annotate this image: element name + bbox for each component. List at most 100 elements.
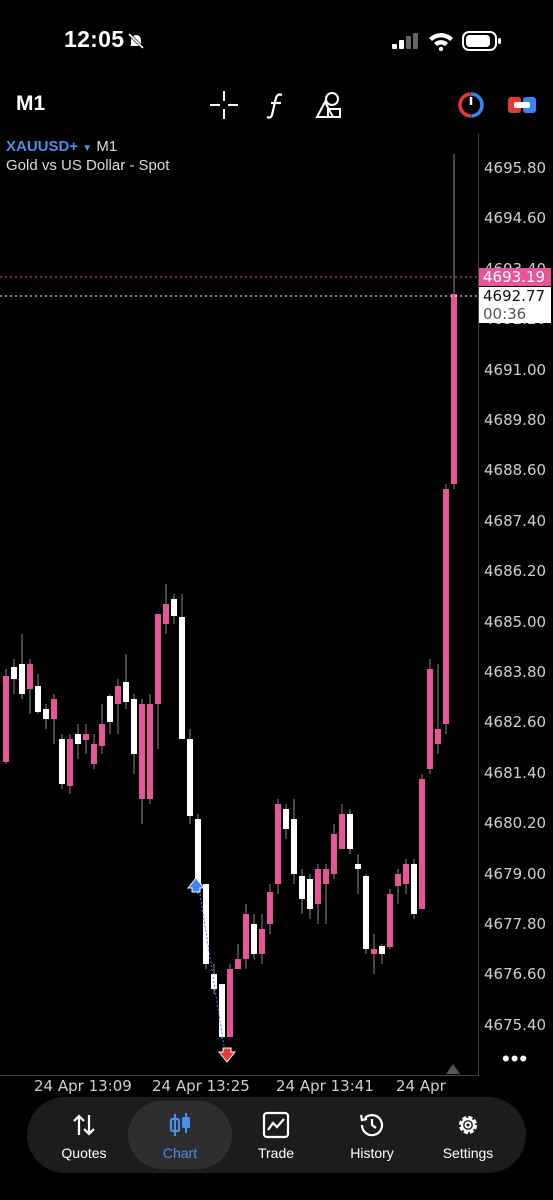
nav-history[interactable]: History [324, 1097, 420, 1173]
nav-trade[interactable]: Trade [228, 1097, 324, 1173]
trade-panel-button[interactable] [505, 88, 539, 122]
bearish-candle [299, 876, 305, 899]
bullish-candle [99, 724, 105, 746]
nav-trade-label: Trade [257, 1145, 295, 1161]
one-click-trading-button[interactable] [454, 88, 488, 122]
price-tick-label: 4686.20 [484, 562, 547, 581]
bullish-candle [259, 929, 265, 954]
bearish-candle [59, 739, 65, 784]
price-tick-label: 4679.00 [484, 864, 547, 883]
bearish-candle [283, 809, 289, 829]
timeframe-button[interactable]: M1 [16, 92, 45, 116]
bullish-candle [435, 729, 441, 744]
indicators-button[interactable] [260, 88, 294, 122]
function-icon [266, 93, 283, 119]
bullish-candle [419, 779, 425, 909]
time-tick-label: 24 Apr 13:41 [276, 1077, 374, 1095]
price-tick-label: 4677.80 [484, 915, 547, 933]
candlestick-chart[interactable] [0, 134, 478, 1075]
price-tick-label: 4695.80 [484, 159, 547, 177]
chart-canvas[interactable] [0, 134, 479, 1076]
bearish-candle [43, 709, 49, 719]
price-tick-label: 4680.20 [484, 814, 547, 833]
bullish-candle [155, 614, 161, 704]
nav-quotes[interactable]: Quotes [36, 1097, 132, 1173]
ask-price-tag: 4692.77 00:36 [479, 287, 551, 323]
nav-settings[interactable]: Settings [420, 1097, 516, 1173]
signal-icon [392, 33, 418, 49]
symbol-name: XAUUSD+ [6, 138, 79, 155]
bearish-candle [187, 739, 193, 816]
price-tick-label: 4694.60 [484, 209, 547, 228]
bid-price-tag: 4693.19 [479, 268, 551, 286]
bullish-candle [83, 734, 89, 740]
bullish-candle [371, 949, 377, 954]
bullish-candle [323, 869, 329, 884]
bar-countdown: 00:36 [483, 305, 527, 323]
bottom-navigation: Quotes Chart Trade History Settings [27, 1097, 526, 1173]
bearish-candle [179, 617, 185, 739]
bearish-candle [307, 879, 313, 909]
price-tick-label: 4688.60 [484, 461, 547, 480]
status-bar: 12:05 [0, 0, 553, 80]
crosshair-button[interactable] [207, 88, 241, 122]
price-tick-label: 4683.80 [484, 663, 547, 681]
time-axis[interactable]: 24 Apr 13:09 24 Apr 13:25 24 Apr 13:41 24 A… [0, 1076, 478, 1113]
bullish-candle [115, 686, 121, 704]
symbol-timeframe: M1 [96, 138, 118, 155]
bearish-candle [35, 686, 41, 712]
bearish-candle [219, 984, 225, 1037]
bullish-candle [67, 739, 73, 786]
price-tick-label: 4682.60 [484, 713, 547, 732]
price-tick-label: 4676.60 [484, 965, 547, 984]
gear-icon [458, 1115, 478, 1135]
bullish-candle [227, 969, 233, 1037]
price-tick-label: 4687.40 [484, 511, 547, 530]
bullish-candle [163, 604, 169, 624]
shapes-icon [315, 92, 341, 118]
bearish-candle [203, 884, 209, 964]
status-time: 12:05 [64, 26, 125, 52]
bullish-candle [451, 294, 457, 484]
bullish-candle [403, 864, 409, 884]
bearish-candle [19, 664, 25, 694]
price-tick-label: 4675.40 [484, 1015, 547, 1034]
bullish-candle [243, 914, 249, 959]
speedometer-icon [458, 92, 484, 118]
bullish-candle [315, 869, 321, 904]
bullish-candle [147, 704, 153, 799]
objects-button[interactable] [312, 88, 346, 122]
symbol-description: Gold vs US Dollar - Spot [6, 157, 170, 174]
symbol-header[interactable]: XAUUSD+ ▼ M1 [6, 138, 117, 155]
bullish-candle [235, 959, 241, 969]
time-tick-label: 24 Apr 13:25 [152, 1077, 250, 1095]
sell-arrow-icon[interactable] [217, 1047, 237, 1063]
bullish-candle [27, 664, 33, 689]
chart-toolbar: M1 [0, 80, 553, 132]
nav-quotes-label: Quotes [61, 1145, 107, 1161]
bearish-candle [347, 814, 353, 849]
bearish-candle [75, 734, 81, 744]
buy-arrow-icon[interactable] [186, 877, 206, 893]
trend-line-icon [262, 1111, 290, 1139]
price-tick-label: 4689.80 [484, 411, 547, 429]
bearish-candle [171, 599, 177, 616]
trade-toggle-icon [508, 97, 536, 113]
bearish-candle [291, 819, 297, 874]
autoscroll-icon[interactable] [446, 1064, 460, 1074]
bearish-candle [379, 946, 385, 954]
nav-chart[interactable]: Chart [128, 1101, 232, 1169]
crosshair-icon [210, 91, 238, 119]
bullish-candle [139, 704, 145, 799]
battery-icon [462, 31, 501, 51]
price-tick-label: 4681.40 [484, 763, 547, 782]
bullish-candle [339, 814, 345, 849]
bullish-candle [51, 699, 57, 719]
bullish-candle [443, 489, 449, 724]
bullish-candle [275, 804, 281, 884]
bearish-candle [251, 924, 257, 954]
bearish-candle [355, 864, 361, 869]
bearish-candle [411, 864, 417, 914]
bullish-candle [3, 676, 9, 762]
more-options-button[interactable]: ••• [502, 1046, 528, 1072]
